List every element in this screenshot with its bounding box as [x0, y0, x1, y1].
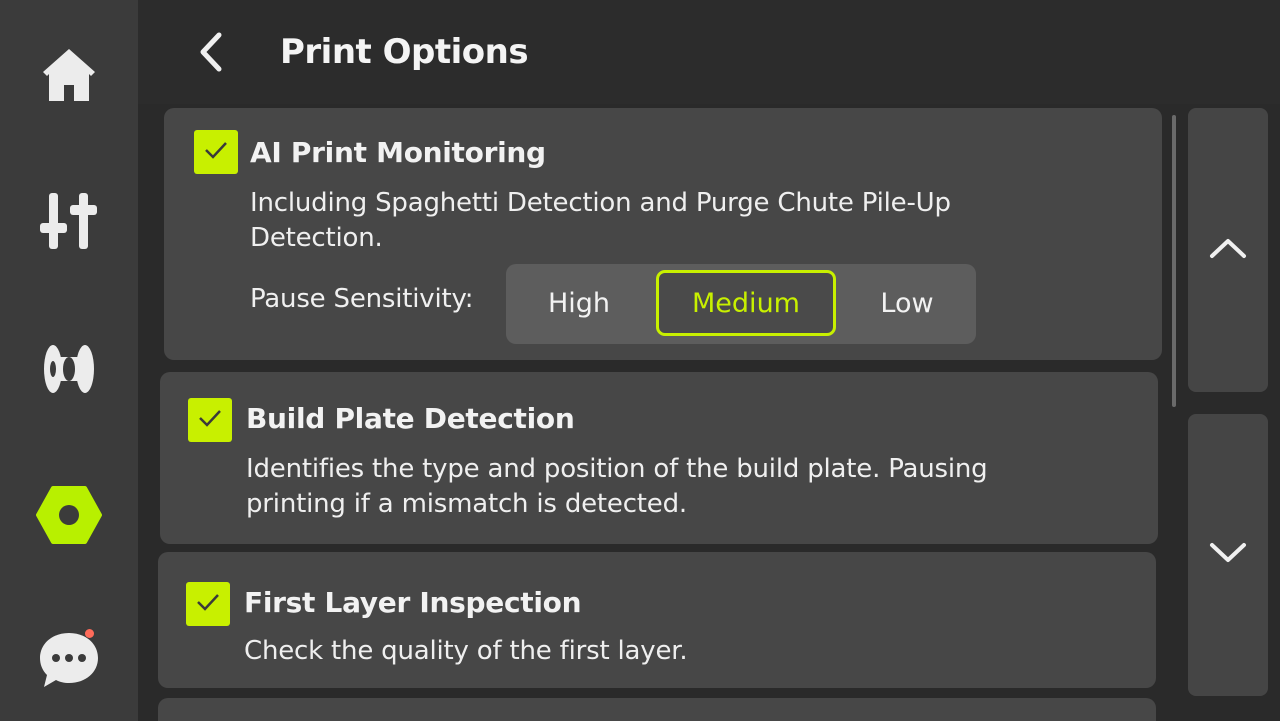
settings-hex-icon	[36, 482, 102, 548]
screen: Print Options AI Print Monitoring Includ…	[0, 0, 1280, 721]
checkmark-icon	[195, 592, 221, 616]
sidebar-item-controls[interactable]	[20, 176, 118, 266]
scroll-up-button[interactable]	[1188, 108, 1268, 392]
chevron-down-icon	[1208, 541, 1248, 569]
home-icon	[39, 45, 99, 105]
chat-icon	[36, 629, 102, 691]
scrollbar[interactable]	[1172, 115, 1176, 407]
option-description-line2: Detection.	[250, 223, 383, 253]
pause-sensitivity-label: Pause Sensitivity:	[250, 284, 474, 314]
sidebar-item-settings[interactable]	[20, 470, 118, 560]
option-description-line1: Identifies the type and position of the …	[246, 454, 988, 484]
option-card-ai-monitoring: AI Print Monitoring Including Spaghetti …	[164, 108, 1162, 360]
sidebar-item-home[interactable]	[20, 30, 118, 120]
sidebar-item-messages[interactable]	[20, 615, 118, 705]
pause-sensitivity-selector: High Medium Low	[506, 264, 976, 344]
notification-dot	[85, 629, 94, 638]
option-card-build-plate: Build Plate Detection Identifies the typ…	[160, 372, 1158, 544]
page-title: Print Options	[280, 32, 529, 72]
header: Print Options	[138, 0, 1280, 104]
checkmark-icon	[197, 408, 223, 432]
back-arrow-icon	[197, 31, 225, 77]
scroll-down-button[interactable]	[1188, 414, 1268, 696]
option-description-line1: Check the quality of the first layer.	[244, 636, 688, 666]
build-plate-checkbox[interactable]	[188, 398, 232, 442]
sensitivity-option-low[interactable]: Low	[842, 270, 972, 336]
option-title: Build Plate Detection	[246, 402, 575, 435]
sensitivity-option-high[interactable]: High	[510, 270, 648, 336]
option-title: AI Print Monitoring	[250, 136, 546, 169]
chevron-up-icon	[1208, 236, 1248, 264]
option-card-next	[158, 698, 1156, 721]
back-button[interactable]	[188, 28, 234, 80]
option-title: First Layer Inspection	[244, 586, 582, 619]
sensitivity-option-medium[interactable]: Medium	[656, 270, 836, 336]
checkmark-icon	[203, 140, 229, 164]
option-card-first-layer: First Layer Inspection Check the quality…	[158, 552, 1156, 688]
sidebar	[0, 0, 138, 721]
filament-icon	[39, 339, 99, 399]
controls-icon	[37, 189, 101, 253]
ai-monitoring-checkbox[interactable]	[194, 130, 238, 174]
option-description-line1: Including Spaghetti Detection and Purge …	[250, 188, 951, 218]
first-layer-checkbox[interactable]	[186, 582, 230, 626]
sidebar-item-filament[interactable]	[20, 324, 118, 414]
option-description-line2: printing if a mismatch is detected.	[246, 489, 687, 519]
